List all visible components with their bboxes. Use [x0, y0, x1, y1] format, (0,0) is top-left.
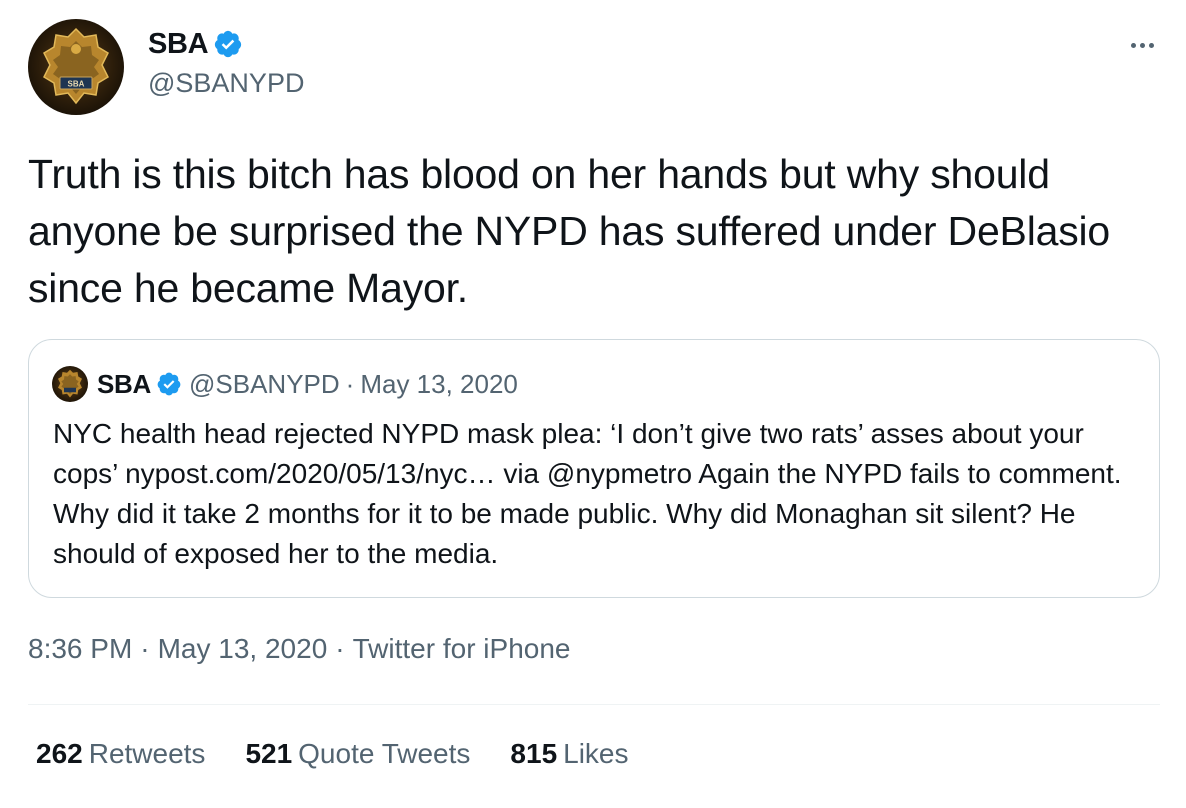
likes-label: Likes [563, 738, 629, 769]
quote-tweets-label: Quote Tweets [298, 738, 471, 769]
retweets-label: Retweets [88, 738, 206, 769]
tweet-metadata: 8:36 PM · May 13, 2020 · Twitter for iPh… [28, 633, 570, 665]
more-horizontal-icon [1130, 42, 1136, 48]
quoted-avatar [52, 366, 88, 402]
author-info: SBA @SBANYPD [148, 26, 304, 99]
tweet-date[interactable]: May 13, 2020 [158, 633, 328, 665]
author-handle[interactable]: @SBANYPD [148, 68, 304, 99]
police-badge-icon: SBA [43, 27, 109, 105]
verified-badge-icon [215, 30, 242, 58]
separator-dot: · [345, 368, 355, 399]
likes-stat[interactable]: 815 Likes [510, 738, 628, 770]
author-name[interactable]: SBA [148, 28, 209, 61]
quoted-author-name: SBA [97, 368, 151, 399]
retweets-stat[interactable]: 262 Retweets [36, 738, 205, 770]
quoted-tweet-text: NYC health head rejected NYPD mask plea:… [53, 418, 1122, 569]
quote-tweets-stat[interactable]: 521 Quote Tweets [245, 738, 470, 770]
avatar[interactable]: SBA [28, 19, 124, 115]
separator-dot: · [140, 633, 150, 664]
likes-count: 815 [510, 738, 558, 769]
quoted-tweet-date: May 13, 2020 [360, 368, 518, 399]
tweet: SBA SBA @SBANYPD Truth is this bitch has… [0, 0, 1186, 808]
tweet-text: Truth is this bitch has blood on her han… [28, 151, 1111, 311]
tweet-time[interactable]: 8:36 PM [28, 633, 132, 665]
engagement-stats: 262 Retweets 521 Quote Tweets 815 Likes [36, 738, 669, 770]
retweets-count: 262 [36, 738, 83, 769]
quoted-author-handle: @SBANYPD [189, 368, 340, 399]
verified-badge-icon [157, 372, 181, 396]
quote-tweets-count: 521 [245, 738, 293, 769]
police-badge-icon [58, 369, 82, 398]
quoted-tweet-header: SBA @SBANYPD · May 13, 2020 [52, 366, 518, 402]
separator-dot: · [335, 633, 345, 664]
svg-text:SBA: SBA [68, 80, 85, 89]
quoted-tweet[interactable]: SBA @SBANYPD · May 13, 2020 NYC health h… [28, 339, 1160, 598]
divider [28, 704, 1160, 705]
tweet-source[interactable]: Twitter for iPhone [353, 633, 571, 665]
more-options-button[interactable] [1122, 32, 1162, 58]
